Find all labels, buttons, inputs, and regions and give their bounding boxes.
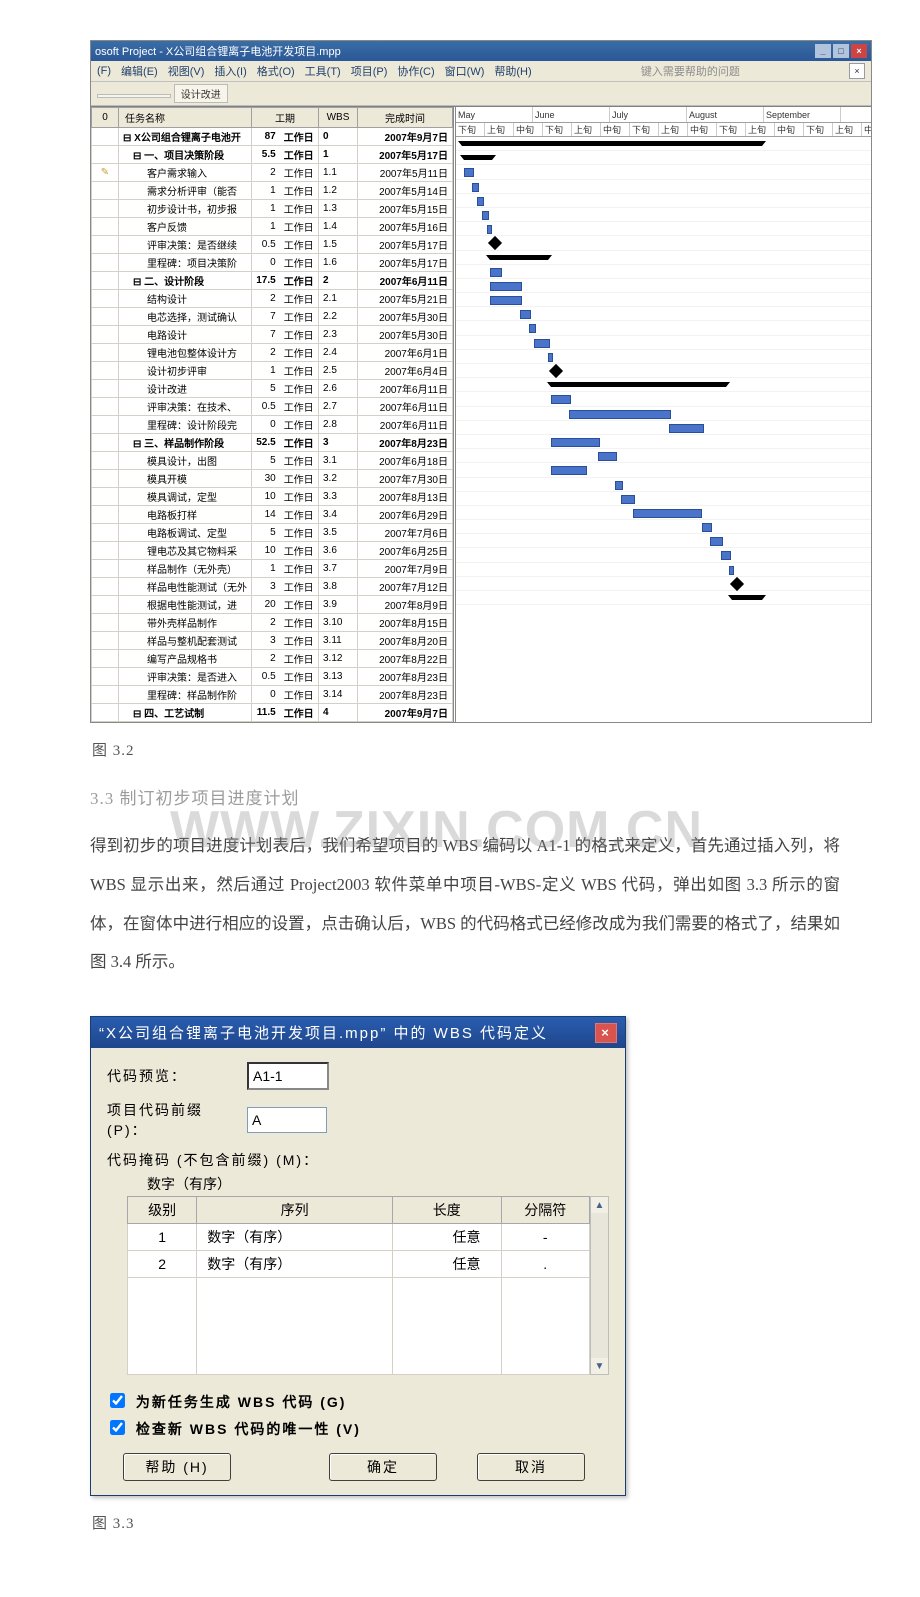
mask-label: 代码掩码 (不包含前缀) (M)： [107,1150,609,1170]
project-window: osoft Project - X公司组合锂离子电池开发项目.mpp _ □ ×… [90,40,872,723]
dialog-title: “X公司组合锂离子电池开发项目.mpp” 中的 WBS 代码定义 [99,1022,548,1043]
table-row[interactable]: 里程碑：样品制作阶0工作日3.142007年8月23日 [92,686,453,704]
table-row[interactable]: 模具开模30工作日3.22007年7月30日 [92,470,453,488]
table-row[interactable]: 电路板打样14工作日3.42007年6月29日 [92,506,453,524]
child-window-close[interactable]: × [849,63,865,79]
table-row[interactable]: 设计改进5工作日2.62007年6月11日 [92,380,453,398]
table-row[interactable]: 样品制作（无外壳）1工作日3.72007年7月9日 [92,560,453,578]
menu-insert[interactable]: 插入(I) [214,63,246,79]
menu-help[interactable]: 帮助(H) [494,63,531,79]
table-row[interactable]: 里程碑：设计阶段完0工作日2.82007年6月11日 [92,416,453,434]
dialog-close-icon[interactable]: × [595,1023,617,1043]
table-row[interactable]: ⊟ X公司组合锂离子电池开87工作日02007年9月7日 [92,128,453,146]
table-row[interactable]: 评审决策：是否进入0.5工作日3.132007年8月23日 [92,668,453,686]
formula-bar: 设计改进 [91,82,871,106]
window-title: osoft Project - X公司组合锂离子电池开发项目.mpp [95,43,341,59]
menu-window[interactable]: 窗口(W) [445,63,485,79]
table-row[interactable]: 初步设计书，初步报1工作日1.32007年5月15日 [92,200,453,218]
mask-row: 2 数字（有序） 任意 . [128,1251,590,1278]
scroll-down-icon[interactable]: ▼ [591,1358,608,1374]
table-row[interactable]: 锂电池包整体设计方2工作日2.42007年6月1日 [92,344,453,362]
wbs-code-dialog: “X公司组合锂离子电池开发项目.mpp” 中的 WBS 代码定义 × 代码预览：… [90,1016,626,1496]
code-preview-field [247,1062,329,1090]
col-finish[interactable]: 完成时间 [358,108,453,128]
table-row[interactable]: 电路板调试、定型5工作日3.52007年7月6日 [92,524,453,542]
window-buttons: _ □ × [815,44,867,58]
checkbox-generate-wbs-input[interactable] [110,1393,125,1408]
gantt-chart[interactable]: MayJuneJulyAugustSeptember 下旬上旬中旬下旬上旬中旬下… [456,107,871,722]
body-paragraph: WWW.ZIXIN.COM.CN 得到初步的项目进度计划表后，我们希望项目的 W… [90,827,840,982]
checkbox-generate-wbs[interactable]: 为新任务生成 WBS 代码 (G) [107,1391,609,1412]
code-preview-label: 代码预览： [107,1066,247,1086]
table-row[interactable]: 评审决策：是否继续0.5工作日1.52007年5月17日 [92,236,453,254]
menu-file[interactable]: (F) [97,65,111,77]
mask-dropdown-value[interactable]: 数字（有序） [147,1174,609,1194]
minimize-button[interactable]: _ [815,44,831,58]
col-name[interactable]: 任务名称 [119,108,252,128]
paragraph-text: 得到初步的项目进度计划表后，我们希望项目的 WBS 编码以 A1-1 的格式来定… [90,836,840,971]
mask-col-level: 级别 [128,1197,197,1224]
table-row[interactable]: 客户反馈1工作日1.42007年5月16日 [92,218,453,236]
table-row[interactable]: 编写产品规格书2工作日3.122007年8月22日 [92,650,453,668]
checkbox-verify-unique-input[interactable] [110,1420,125,1435]
menu-bar: (F) 编辑(E) 视图(V) 插入(I) 格式(O) 工具(T) 项目(P) … [91,61,871,82]
table-row[interactable]: 设计初步评审1工作日2.52007年6月4日 [92,362,453,380]
prefix-label: 项目代码前缀 (P)： [107,1100,247,1140]
table-row[interactable]: 根据电性能测试，进20工作日3.92007年8月9日 [92,596,453,614]
table-row[interactable]: ⊟ 四、工艺试制11.5工作日42007年9月7日 [92,704,453,722]
table-row[interactable]: ✎客户需求输入2工作日1.12007年5月11日 [92,164,453,182]
menu-tools[interactable]: 工具(T) [305,63,341,79]
mask-table[interactable]: 级别 序列 长度 分隔符 1 数字（有序） 任意 - 2 数字（有序） [127,1196,590,1375]
dialog-titlebar: “X公司组合锂离子电池开发项目.mpp” 中的 WBS 代码定义 × [91,1017,625,1048]
mask-col-seq: 序列 [197,1197,393,1224]
formula-bar-value[interactable]: 设计改进 [174,84,228,103]
menu-edit[interactable]: 编辑(E) [121,63,158,79]
help-button[interactable]: 帮助 (H) [123,1453,231,1481]
table-row[interactable]: 电路设计7工作日2.32007年5月30日 [92,326,453,344]
table-row[interactable]: 模具设计，出图5工作日3.12007年6月18日 [92,452,453,470]
section-heading-3-3: 3.3 制订初步项目进度计划 [90,784,840,809]
figure-caption-3-3: 图 3.3 [92,1512,840,1533]
menu-format[interactable]: 格式(O) [257,63,295,79]
col-duration[interactable]: 工期 [252,108,319,128]
table-row[interactable]: 带外壳样品制作2工作日3.102007年8月15日 [92,614,453,632]
mask-col-len: 长度 [392,1197,501,1224]
menu-collab[interactable]: 协作(C) [397,63,434,79]
close-button[interactable]: × [851,44,867,58]
mask-row: 1 数字（有序） 任意 - [128,1224,590,1251]
table-row[interactable]: ⊟ 二、设计阶段17.5工作日22007年6月11日 [92,272,453,290]
task-table[interactable]: 0 任务名称 工期 WBS 完成时间 ⊟ X公司组合锂离子电池开87工作日020… [91,107,453,722]
mask-row-empty [128,1278,590,1375]
menu-view[interactable]: 视图(V) [168,63,205,79]
cancel-button[interactable]: 取消 [477,1453,585,1481]
table-row[interactable]: 样品电性能测试（无外3工作日3.82007年7月12日 [92,578,453,596]
mask-col-sep: 分隔符 [501,1197,590,1224]
window-titlebar: osoft Project - X公司组合锂离子电池开发项目.mpp _ □ × [91,41,871,61]
table-row[interactable]: ⊟ 一、项目决策阶段5.5工作日12007年5月17日 [92,146,453,164]
menu-project[interactable]: 项目(P) [351,63,388,79]
table-row[interactable]: 评审决策：在技术、0.5工作日2.72007年6月11日 [92,398,453,416]
col-wbs[interactable]: WBS [319,108,358,128]
help-search-hint[interactable]: 键入需要帮助的问题 [641,63,740,79]
mask-scrollbar[interactable]: ▲ ▼ [590,1196,609,1375]
figure-caption-3-2: 图 3.2 [92,739,840,760]
table-row[interactable]: ⊟ 三、样品制作阶段52.5工作日32007年8月23日 [92,434,453,452]
table-row[interactable]: 样品与整机配套测试3工作日3.112007年8月20日 [92,632,453,650]
table-row[interactable]: 电芯选择，测试确认7工作日2.22007年5月30日 [92,308,453,326]
table-row[interactable]: 模具调试，定型10工作日3.32007年8月13日 [92,488,453,506]
table-row[interactable]: 结构设计2工作日2.12007年5月21日 [92,290,453,308]
maximize-button[interactable]: □ [833,44,849,58]
table-row[interactable]: 需求分析评审（能否1工作日1.22007年5月14日 [92,182,453,200]
prefix-input[interactable] [247,1107,327,1133]
col-info[interactable]: 0 [92,108,119,128]
table-row[interactable]: 里程碑：项目决策阶0工作日1.62007年5月17日 [92,254,453,272]
ok-button[interactable]: 确定 [329,1453,437,1481]
table-row[interactable]: 锂电芯及其它物料采10工作日3.62007年6月25日 [92,542,453,560]
checkbox-verify-unique[interactable]: 检查新 WBS 代码的唯一性 (V) [107,1418,609,1439]
scroll-up-icon[interactable]: ▲ [591,1197,608,1213]
